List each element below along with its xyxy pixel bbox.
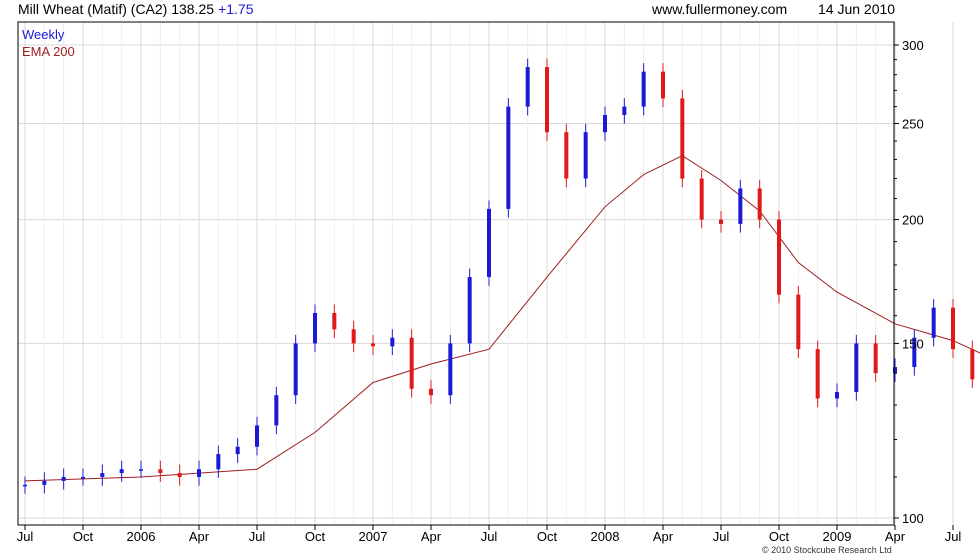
candle-body: [467, 277, 472, 344]
x-tick-label: Oct: [537, 529, 558, 544]
plot-frame: [17, 21, 895, 526]
axes: [17, 21, 954, 530]
y-tick-label: 250: [902, 116, 924, 131]
candle-body: [525, 67, 530, 107]
candle-body: [757, 188, 762, 220]
candle-body: [293, 343, 298, 396]
x-tick-label: 2007: [359, 529, 388, 544]
chart-title: Mill Wheat (Matif) (CA2) 138.25 +1.75: [18, 1, 254, 17]
candle-body: [119, 469, 124, 474]
candle-body: [641, 71, 646, 107]
candle-body: [487, 208, 491, 278]
candle-body: [274, 395, 279, 426]
candle-body: [951, 307, 955, 350]
chart: 100 150 200 250 300 Jul Oct 2006 Apr Jul Oct 2007 Ap…: [17, 21, 980, 544]
candle-body: [970, 349, 975, 380]
grid: [18, 22, 954, 525]
candle-body: [815, 349, 820, 399]
candle-body: [139, 469, 143, 471]
candle-body: [835, 391, 839, 399]
x-tick-label: Apr: [653, 529, 674, 544]
candle-body: [81, 476, 85, 479]
candle-body: [622, 106, 627, 115]
candle-body: [409, 337, 414, 389]
chart-date: 14 Jun 2010: [818, 1, 896, 17]
candle-body: [371, 343, 375, 347]
y-tick-label: 200: [902, 213, 924, 228]
candle-body: [796, 294, 801, 350]
candle-body: [197, 469, 201, 477]
candle-body: [390, 337, 395, 347]
candle-body: [429, 388, 433, 396]
candle-body: [583, 132, 588, 179]
candle-body: [448, 343, 453, 396]
x-tick-label: Jul: [249, 529, 266, 544]
site-link[interactable]: www.fullermoney.com: [652, 1, 787, 17]
candle-body: [699, 178, 704, 220]
y-tick-label: 100: [902, 511, 924, 526]
candle-body: [603, 114, 607, 133]
candle-body: [216, 454, 221, 470]
y-tick-label: 300: [902, 38, 924, 53]
x-tick-label: Oct: [305, 529, 326, 544]
candle-body: [873, 343, 878, 374]
y-tick-label: 150: [902, 336, 924, 351]
candle-body: [506, 106, 511, 209]
candle-body: [661, 71, 665, 99]
x-tick-label: 2009: [823, 529, 852, 544]
x-tick-label: Jul: [945, 529, 962, 544]
x-tick-label: 2006: [127, 529, 156, 544]
candle-body: [61, 476, 66, 481]
x-tick-label: Apr: [189, 529, 210, 544]
x-tick-label: Apr: [885, 529, 906, 544]
x-tick-label: Jul: [713, 529, 730, 544]
x-tick-label: Oct: [73, 529, 94, 544]
candle-body: [777, 219, 781, 295]
candle-body: [100, 473, 105, 477]
candle-body: [42, 480, 47, 485]
candle-body: [854, 343, 859, 392]
x-tick-label: Oct: [769, 529, 790, 544]
x-tick-label: Apr: [421, 529, 442, 544]
candle-body: [931, 307, 936, 338]
candle-body: [545, 67, 549, 133]
x-tick-label: 2008: [591, 529, 620, 544]
price-change: +1.75: [218, 1, 254, 17]
candle-body: [23, 484, 27, 487]
x-tick-label: Jul: [17, 529, 34, 544]
legend-ema: EMA 200: [22, 44, 75, 59]
candle-body: [255, 425, 259, 447]
candle-body: [719, 219, 723, 224]
x-tick-label: Jul: [481, 529, 498, 544]
candle-body: [332, 312, 337, 330]
legend-weekly: Weekly: [22, 27, 65, 42]
candle-body: [351, 329, 356, 344]
chart-title-text: Mill Wheat (Matif) (CA2) 138.25: [18, 1, 215, 17]
candle-body: [564, 132, 569, 179]
candle-body: [158, 469, 163, 474]
candle-body: [680, 98, 685, 179]
candle-body: [235, 446, 240, 455]
candle-body: [738, 188, 743, 224]
candle-body: [313, 312, 317, 344]
candle-body: [177, 473, 182, 477]
copyright-notice: © 2010 Stockcube Research Ltd: [762, 545, 892, 555]
